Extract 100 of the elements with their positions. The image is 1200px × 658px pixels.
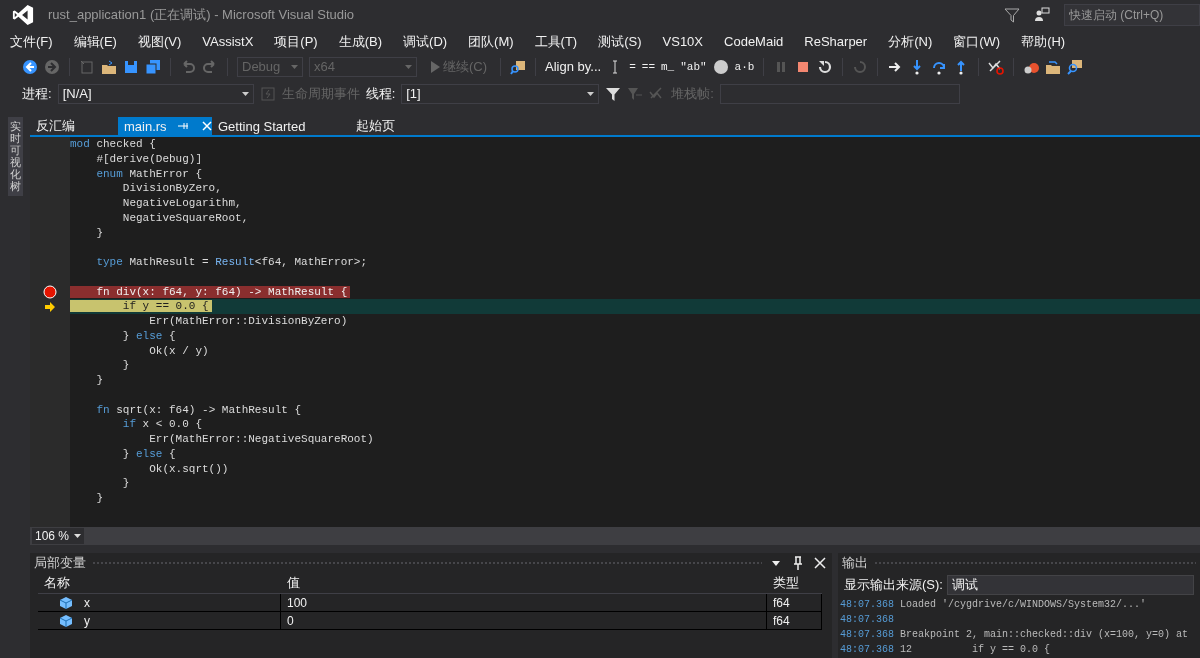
output-time: 48:07.368 bbox=[840, 643, 894, 657]
variable-icon bbox=[58, 612, 74, 629]
close-icon[interactable] bbox=[812, 555, 828, 571]
editor-tab[interactable]: 反汇编 bbox=[30, 117, 118, 135]
field-label: 显示输出来源(S): bbox=[844, 576, 943, 594]
caret-icon bbox=[291, 64, 298, 69]
output-time: 48:07.368 bbox=[840, 628, 894, 642]
menu-item[interactable]: VS10X bbox=[656, 34, 710, 49]
zoom-dropdown[interactable]: 106 % bbox=[32, 528, 84, 544]
open-folder-icon[interactable] bbox=[101, 58, 117, 75]
table-cell: x bbox=[84, 595, 90, 610]
forward-icon[interactable] bbox=[44, 58, 60, 75]
menu-item[interactable]: 工具(T) bbox=[528, 32, 584, 51]
panel-title: 局部变量 bbox=[34, 554, 86, 572]
align-option[interactable]: "ab" bbox=[680, 60, 707, 73]
code-line: fn div(x: f64, y: f64) -> MathResult { bbox=[70, 284, 1200, 300]
code-line: } bbox=[95, 225, 104, 241]
code-line: enum MathError { bbox=[95, 166, 204, 182]
code-line: } bbox=[95, 373, 104, 388]
filter-icon[interactable] bbox=[1004, 7, 1020, 23]
code-line: Err(MathError::DivisionByZero) bbox=[148, 314, 349, 329]
column-header[interactable]: 值 bbox=[281, 574, 767, 592]
menu-item[interactable]: 调试(D) bbox=[397, 32, 454, 51]
menu-item[interactable]: VAssistX bbox=[196, 34, 260, 49]
field-label: 线程: bbox=[365, 84, 396, 103]
side-tab[interactable]: 实时可视化树 bbox=[7, 117, 23, 196]
code-line: } else { bbox=[121, 446, 177, 462]
code-line: Ok(x / y) bbox=[148, 343, 210, 359]
app-logo-icon bbox=[12, 4, 34, 26]
feedback-icon[interactable] bbox=[1034, 7, 1050, 23]
menu-item[interactable]: 窗口(W) bbox=[947, 32, 1007, 51]
column-header[interactable]: 名称 bbox=[38, 574, 281, 592]
output-text: Loaded '/cygdrive/c/WINDOWS/System32/...' bbox=[900, 598, 1147, 612]
back-icon[interactable] bbox=[22, 58, 38, 75]
window-title: rust_application1 (正在调试) - Microsoft Visual Studio bbox=[48, 6, 356, 24]
panel-title: 输出 bbox=[842, 554, 868, 572]
circle-icon[interactable] bbox=[712, 58, 729, 75]
code-line: type MathResult = Result<f64, MathError>; bbox=[95, 255, 369, 270]
output-text: 12 if y == 0.0 { bbox=[900, 643, 1051, 657]
code-line: DivisionByZero, bbox=[121, 181, 223, 196]
undo-icon[interactable] bbox=[180, 58, 196, 75]
table-cell: y bbox=[84, 613, 90, 628]
menu-item[interactable]: 编辑(E) bbox=[67, 32, 123, 51]
folder-icon[interactable] bbox=[1045, 58, 1062, 75]
menu-item[interactable]: CodeMaid bbox=[718, 34, 790, 49]
process-dropdown[interactable]: [N/A] bbox=[57, 83, 254, 104]
breakpoint-icon[interactable] bbox=[988, 58, 1005, 75]
search-icon[interactable] bbox=[1067, 58, 1084, 75]
menu-item[interactable]: 项目(P) bbox=[268, 32, 324, 51]
code-line: Ok(x.sqrt()) bbox=[148, 461, 230, 477]
table-cell: 0 bbox=[287, 613, 294, 628]
redo-icon[interactable] bbox=[202, 58, 218, 75]
save-all-icon[interactable] bbox=[145, 58, 161, 75]
code-line: } bbox=[121, 476, 131, 491]
menu-item[interactable]: 分析(N) bbox=[882, 32, 939, 51]
filter-icon[interactable] bbox=[605, 85, 622, 102]
save-icon[interactable] bbox=[123, 58, 139, 75]
table-cell: 100 bbox=[287, 595, 308, 610]
align-option[interactable]: = bbox=[629, 60, 636, 73]
caret-icon bbox=[587, 91, 595, 96]
code-line: } else { bbox=[121, 328, 177, 344]
code-line: if x < 0.0 { bbox=[121, 417, 204, 432]
output-time: 48:07.368 bbox=[840, 613, 894, 627]
code-line: NegativeSquareRoot, bbox=[121, 210, 250, 226]
thread-dropdown[interactable]: [1] bbox=[401, 83, 600, 104]
menu-item[interactable]: 视图(V) bbox=[131, 32, 188, 51]
code-line: mod checked { bbox=[70, 137, 157, 152]
align-option[interactable]: == bbox=[641, 60, 655, 73]
caret-icon bbox=[74, 534, 81, 538]
code-line: Err(MathError::NegativeSquareRoot) bbox=[148, 432, 375, 447]
find-icon[interactable] bbox=[510, 58, 527, 75]
table-cell: f64 bbox=[773, 613, 790, 628]
menu-item[interactable]: 帮助(H) bbox=[1015, 32, 1072, 51]
output-source-dropdown[interactable]: 调试 bbox=[946, 575, 1194, 595]
menu-item[interactable]: 生成(B) bbox=[332, 32, 389, 51]
table-cell: f64 bbox=[773, 595, 790, 610]
restart-icon[interactable] bbox=[817, 58, 834, 75]
column-header[interactable]: 类型 bbox=[767, 574, 822, 592]
menu-item[interactable]: 文件(F) bbox=[4, 32, 59, 51]
code-line: #[derive(Debug)] bbox=[95, 151, 204, 167]
menu-item[interactable]: 团队(M) bbox=[462, 32, 520, 51]
quick-launch-field[interactable]: 快速启动 (Ctrl+Q) bbox=[1064, 4, 1200, 26]
code-line: NegativeLogarithm, bbox=[121, 196, 243, 211]
output-time: 48:07.368 bbox=[840, 598, 894, 612]
output-text: Breakpoint 2, main::checked::div (x=100, y=0) at bbox=[900, 628, 1189, 642]
caret-icon bbox=[405, 64, 412, 69]
code-line: } bbox=[95, 491, 104, 506]
align-option[interactable]: a·b bbox=[734, 60, 755, 73]
caret-icon bbox=[241, 91, 249, 96]
field-label: 进程: bbox=[22, 84, 52, 103]
editor-tab[interactable]: main.rs bbox=[118, 117, 212, 135]
align-button[interactable]: Align by... bbox=[545, 59, 602, 74]
code-line: fn sqrt(x: f64) -> MathResult { bbox=[95, 402, 303, 418]
editor-tab[interactable]: 起始页 bbox=[350, 117, 422, 135]
align-option[interactable]: m_ bbox=[661, 60, 675, 73]
menu-item[interactable]: 测试(S) bbox=[592, 32, 648, 51]
breakpoint-icon bbox=[42, 283, 58, 300]
editor-tab[interactable]: Getting Started bbox=[212, 117, 350, 135]
code-line: } bbox=[121, 358, 131, 373]
menu-item[interactable]: ReSharper bbox=[798, 34, 874, 49]
